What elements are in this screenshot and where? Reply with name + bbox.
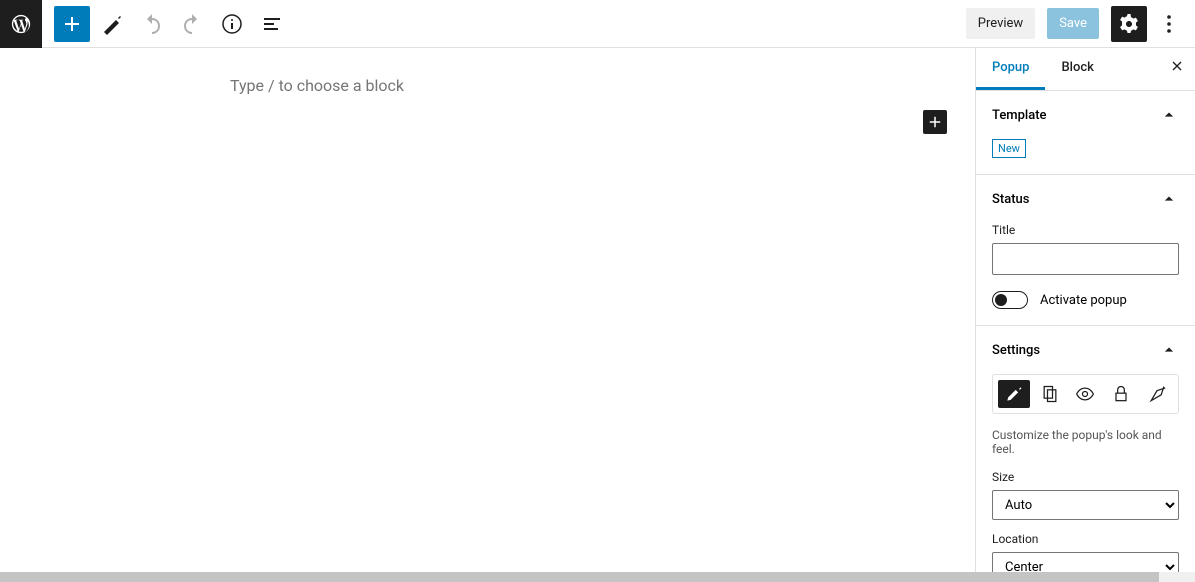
activate-popup-toggle[interactable]: [992, 291, 1028, 309]
options-button[interactable]: [1151, 6, 1187, 42]
close-panel-button[interactable]: [1159, 48, 1195, 90]
horizontal-scrollbar[interactable]: [0, 572, 1195, 582]
activate-label: Activate popup: [1040, 293, 1127, 308]
title-label: Title: [992, 223, 1179, 237]
location-label: Location: [992, 532, 1179, 546]
size-label: Size: [992, 470, 1179, 484]
details-button[interactable]: [214, 6, 250, 42]
list-view-button[interactable]: [254, 6, 290, 42]
size-select[interactable]: Auto: [992, 490, 1179, 520]
status-title: Status: [992, 192, 1029, 207]
visibility-tab[interactable]: [1070, 380, 1102, 408]
toggle-inserter-button[interactable]: [54, 6, 90, 42]
chevron-up-icon: [1159, 189, 1179, 209]
appearance-tab[interactable]: [998, 380, 1030, 408]
template-title: Template: [992, 108, 1047, 123]
undo-button: [134, 6, 170, 42]
tab-block[interactable]: Block: [1045, 48, 1109, 90]
chevron-up-icon: [1159, 105, 1179, 125]
redo-button: [174, 6, 210, 42]
add-block-button[interactable]: [923, 110, 947, 134]
lock-tab[interactable]: [1105, 380, 1137, 408]
settings-hint: Customize the popup's look and feel.: [992, 428, 1179, 456]
template-panel-header[interactable]: Template: [976, 91, 1195, 139]
settings-panel-header[interactable]: Settings: [976, 326, 1195, 374]
wordpress-logo[interactable]: [0, 0, 42, 48]
tab-popup[interactable]: Popup: [976, 48, 1045, 90]
settings-button[interactable]: [1111, 6, 1147, 42]
preview-button[interactable]: Preview: [966, 8, 1035, 39]
new-template-button[interactable]: New: [992, 139, 1026, 158]
chevron-up-icon: [1159, 340, 1179, 360]
pages-tab[interactable]: [1034, 380, 1066, 408]
title-input[interactable]: [992, 243, 1179, 275]
advanced-tab[interactable]: [1141, 380, 1173, 408]
save-button: Save: [1047, 8, 1099, 39]
settings-title: Settings: [992, 343, 1040, 358]
status-panel-header[interactable]: Status: [976, 175, 1195, 223]
tools-icon[interactable]: [94, 6, 130, 42]
